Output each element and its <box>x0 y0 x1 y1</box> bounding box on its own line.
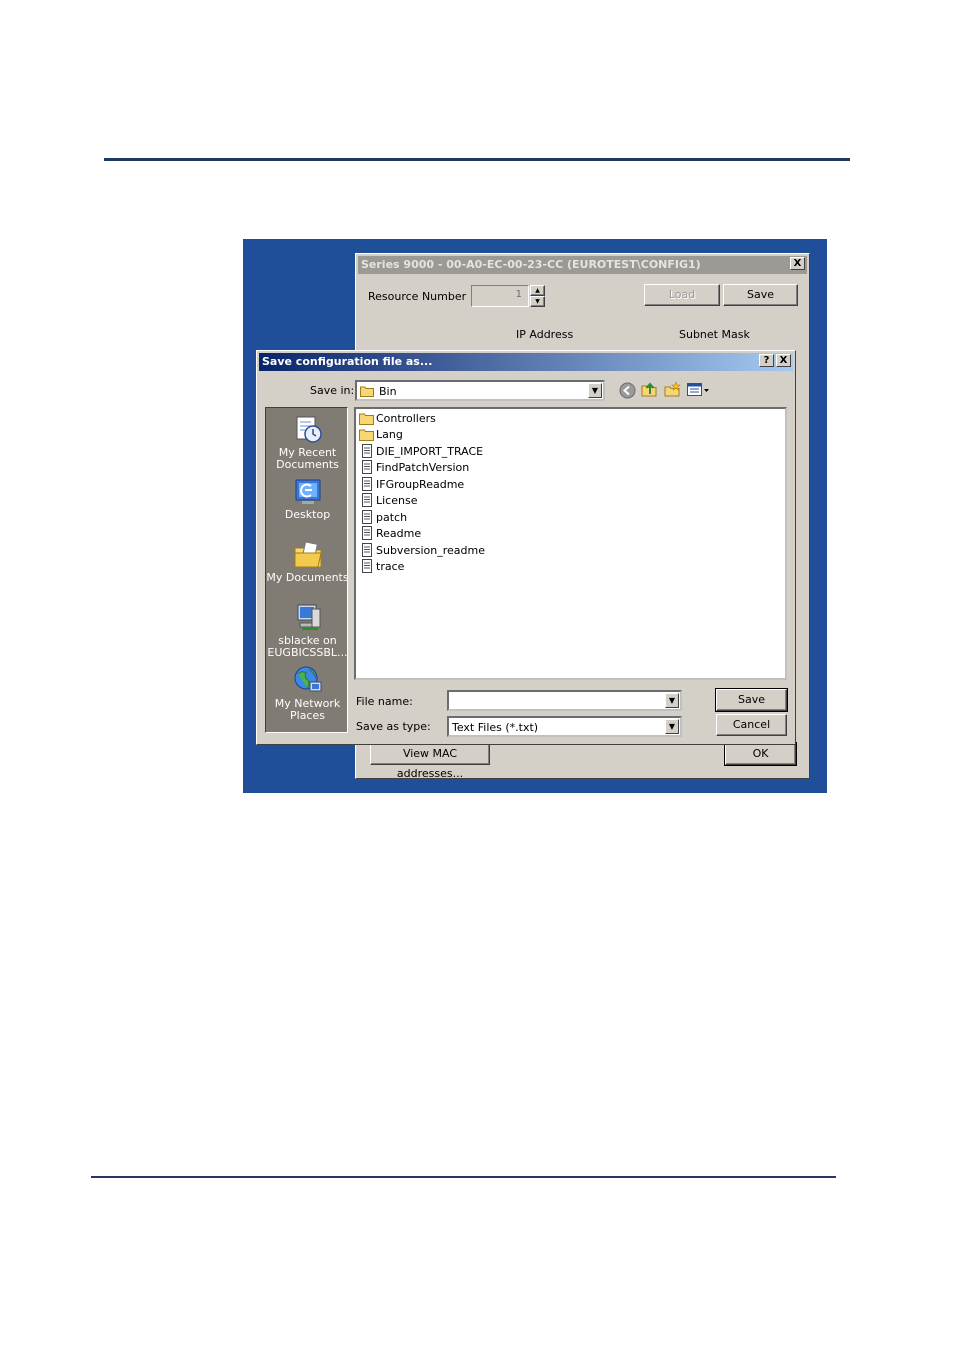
text-file-icon <box>362 493 372 507</box>
save-as-type-combo[interactable]: Text Files (*.txt) ▼ <box>447 716 682 737</box>
place-my-documents-line1: My Documents <box>266 571 349 584</box>
ip-address-header: IP Address <box>516 328 574 341</box>
place-my-documents[interactable]: My Documents <box>266 540 349 584</box>
parent-window-title: Series 9000 - 00-A0-EC-00-23-CC (EUROTES… <box>358 256 807 274</box>
desktop-icon <box>295 479 320 504</box>
footer-rule <box>91 1176 836 1178</box>
cancel-button[interactable]: Cancel <box>716 714 787 736</box>
help-button[interactable]: ? <box>759 354 774 367</box>
file-name: Subversion_readme <box>376 544 485 557</box>
resource-number-label: Resource Number <box>368 290 467 303</box>
save-as-type-label: Save as type: <box>356 720 431 733</box>
text-file-icon <box>362 526 372 540</box>
file-name: IFGroupReadme <box>376 478 465 491</box>
list-item-file[interactable]: Subversion_readme <box>359 543 485 559</box>
resource-number-value: 1 <box>515 289 522 300</box>
header-rule <box>104 158 850 161</box>
resource-spin-down[interactable]: ▼ <box>530 296 545 307</box>
subnet-mask-header: Subnet Mask <box>679 328 750 341</box>
up-folder-icon[interactable] <box>641 381 658 398</box>
network-drive-icon <box>297 604 320 630</box>
close-icon: X <box>793 258 802 269</box>
save-in-combo[interactable]: Bin ▼ <box>355 380 605 401</box>
list-item-file[interactable]: DIE_IMPORT_TRACE <box>359 444 483 460</box>
list-item-file[interactable]: Readme <box>359 526 421 542</box>
file-name: License <box>376 494 418 507</box>
parent-window-title-text: Series 9000 - 00-A0-EC-00-23-CC (EUROTES… <box>361 258 701 271</box>
text-file-icon <box>362 477 372 491</box>
recent-documents-icon <box>296 416 322 443</box>
place-desktop[interactable]: Desktop <box>266 477 349 521</box>
back-icon[interactable] <box>619 382 636 399</box>
place-recent-documents[interactable]: My Recent Documents <box>266 413 349 471</box>
file-name: trace <box>376 560 405 573</box>
save-in-label: Save in: <box>310 384 355 397</box>
resource-spin-up[interactable]: ▲ <box>530 285 545 296</box>
list-item-file[interactable]: FindPatchVersion <box>359 460 469 476</box>
dialog-save-button[interactable]: Save <box>715 688 788 712</box>
chevron-down-icon[interactable]: ▼ <box>665 719 679 734</box>
folder-icon <box>359 429 374 441</box>
list-item-file[interactable]: License <box>359 493 417 509</box>
parent-save-button-label: Save <box>746 288 774 301</box>
save-dialog-title: Save configuration file as... <box>259 353 793 371</box>
file-name-label: File name: <box>356 695 413 708</box>
text-file-icon <box>362 510 372 524</box>
dialog-save-button-label: Save <box>737 693 765 706</box>
list-item-folder[interactable]: Controllers <box>359 411 436 427</box>
my-documents-icon <box>294 541 322 568</box>
ok-button[interactable]: OK <box>724 742 797 766</box>
file-name-input[interactable] <box>451 693 651 707</box>
list-item-file[interactable]: patch <box>359 510 407 526</box>
network-places-icon <box>294 666 321 692</box>
new-folder-icon[interactable] <box>664 381 681 398</box>
places-bar: My Recent Documents Desktop My Documents… <box>265 407 349 733</box>
view-mac-button-label: View MAC addresses... <box>396 747 464 780</box>
list-item-file[interactable]: trace <box>359 559 404 575</box>
parent-close-button[interactable]: X <box>790 257 805 270</box>
resource-number-input[interactable]: 1 <box>471 285 529 307</box>
ok-button-label: OK <box>752 747 769 760</box>
place-network-drive[interactable]: sblacke on EUGBICSSBL... <box>266 601 349 659</box>
load-button[interactable]: Load <box>644 284 720 306</box>
folder-icon <box>359 413 374 425</box>
text-file-icon <box>362 543 372 557</box>
dialog-close-button[interactable]: X <box>776 354 791 367</box>
text-file-icon <box>362 444 372 458</box>
place-network-drive-line2: EUGBICSSBL... <box>267 646 348 659</box>
folder-icon <box>360 386 374 397</box>
list-item-folder[interactable]: Lang <box>359 427 403 443</box>
view-mac-button[interactable]: View MAC addresses... <box>370 743 490 780</box>
file-name-combo[interactable]: ▼ <box>447 690 682 711</box>
file-name: Readme <box>376 527 422 540</box>
list-item-file[interactable]: IFGroupReadme <box>359 477 464 493</box>
text-file-icon <box>362 460 372 474</box>
file-name: DIE_IMPORT_TRACE <box>376 445 484 458</box>
file-name: patch <box>376 511 408 524</box>
text-file-icon <box>362 559 372 573</box>
file-name: FindPatchVersion <box>376 461 470 474</box>
file-name: Lang <box>376 428 403 441</box>
place-network-places-line2: Places <box>290 709 325 722</box>
parent-save-button[interactable]: Save <box>723 284 798 306</box>
file-name: Controllers <box>376 412 436 425</box>
chevron-down-icon[interactable]: ▼ <box>665 693 679 708</box>
load-button-label: Load <box>668 288 696 301</box>
close-icon: X <box>779 355 788 366</box>
save-dialog-title-text: Save configuration file as... <box>262 355 433 368</box>
place-desktop-line1: Desktop <box>284 508 331 521</box>
place-network-places[interactable]: My Network Places <box>266 664 349 722</box>
file-list[interactable]: Controllers Lang DIE_IMPORT_TRACE FindPa… <box>354 407 787 680</box>
help-icon: ? <box>763 355 770 366</box>
save-as-type-value: Text Files (*.txt) <box>452 721 539 734</box>
save-in-value: Bin <box>379 385 397 398</box>
views-menu-icon[interactable] <box>686 381 710 398</box>
cancel-button-label: Cancel <box>732 718 771 731</box>
chevron-down-icon[interactable]: ▼ <box>588 383 602 398</box>
place-recent-line2: Documents <box>276 458 339 471</box>
